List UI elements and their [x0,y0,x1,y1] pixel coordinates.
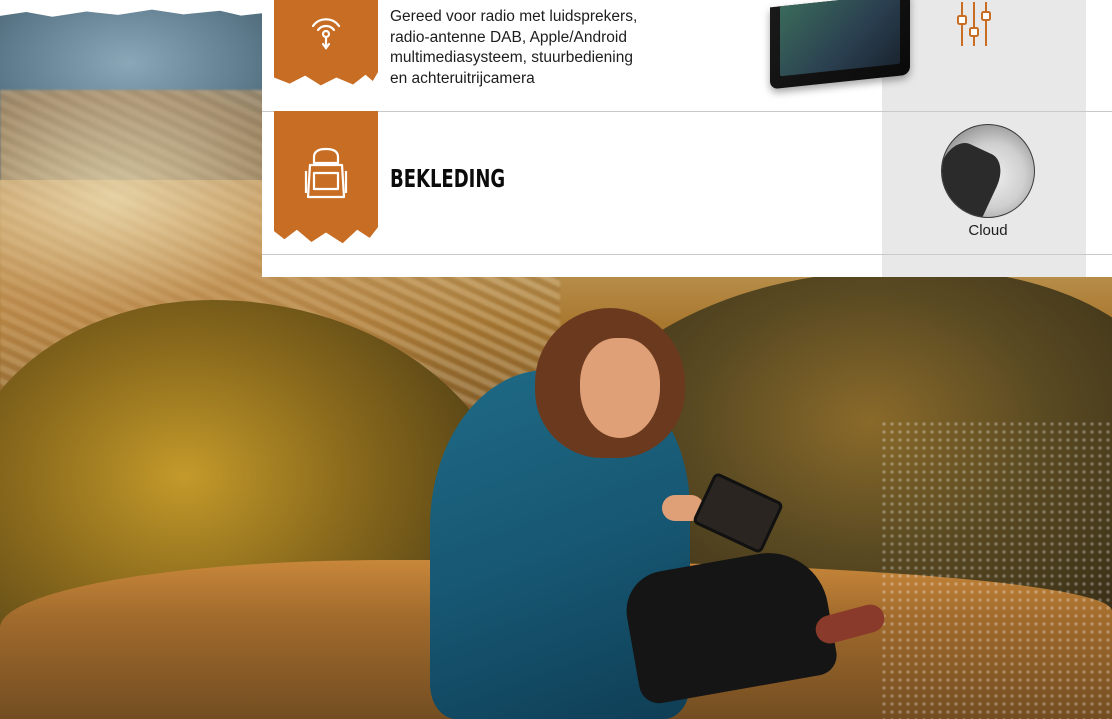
swatch-label: Cloud [968,222,1008,239]
row-divider [262,111,1112,112]
radio-antenna-icon [311,18,341,50]
woman-with-tablet [430,300,888,719]
radio-description-line: en achteruitrijcamera [390,69,535,87]
radio-description-line: multimediasysteem, stuurbediening [390,49,633,66]
upholstery-swatch-cloud[interactable] [941,124,1035,218]
equalizer-icon [957,2,991,46]
radio-description: Gereed voor radio met luidsprekers, radi… [390,7,720,89]
backpack-seat-icon [304,147,348,198]
row-divider [262,254,1112,255]
feature-panel: Gereed voor radio met luidsprekers, radi… [262,0,1112,277]
screen-display [780,0,900,77]
radio-description-line: Gereed voor radio met luidsprekers, [390,8,638,25]
multimedia-screen-image [770,0,910,90]
feature-tab-upholstery [274,111,378,244]
upholstery-heading: BEKLEDING [390,164,506,193]
tablet [691,471,785,555]
feature-tab-radio [274,0,378,86]
halftone-overlay [880,420,1112,719]
face [580,338,660,438]
radio-description-line: radio-antenne DAB, Apple/Android [390,28,627,46]
